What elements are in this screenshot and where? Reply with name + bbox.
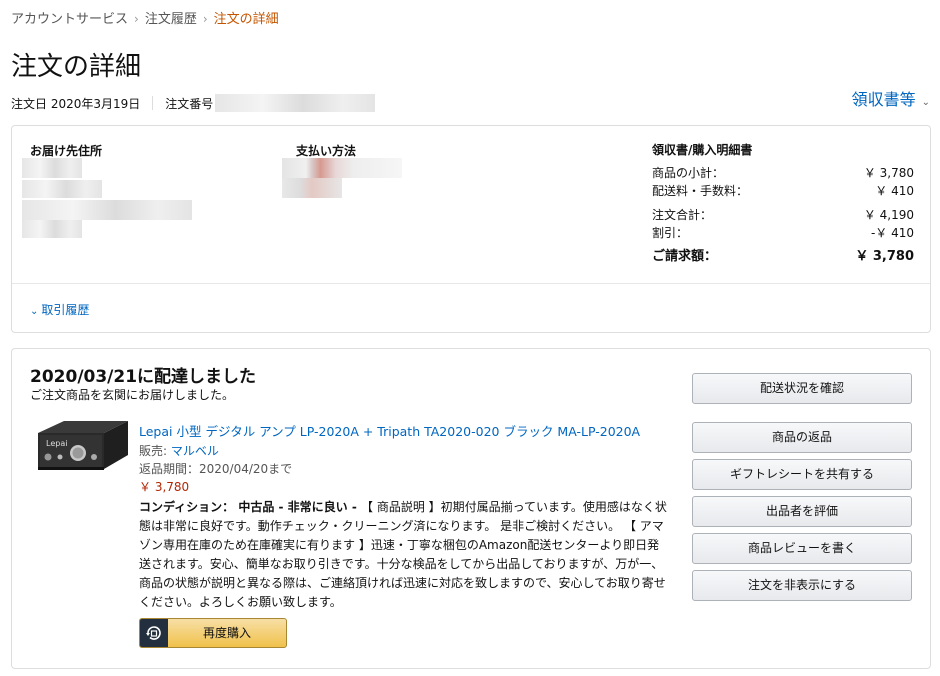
share-gift-receipt-button[interactable]: ギフトレシートを共有する <box>692 459 912 490</box>
shipping-address-redacted <box>22 156 192 238</box>
summary-row-shipping: 配送料・手数料： ￥ 410 <box>652 182 914 200</box>
delivery-status-detail: ご注文商品を玄関にお届けしました。 <box>30 388 235 402</box>
summary-row-value: ￥ 410 <box>875 184 914 198</box>
summary-row-grand-total: ご請求額： ￥ 3,780 <box>652 248 914 266</box>
chevron-down-icon: ⌄ <box>30 306 39 317</box>
summary-row-value: ￥ 3,780 <box>863 166 914 180</box>
summary-title: 領収書/購入明細書 <box>652 143 753 157</box>
product-info: Lepai 小型 デジタル アンプ LP-2020A + Tripath TA2… <box>139 422 669 612</box>
order-date: 注文日 2020年3月19日 <box>11 96 141 111</box>
product-condition: コンディション： 中古品 - 非常に良い - 【 商品説明 】初期付属品揃ってい… <box>139 498 669 612</box>
chevron-down-icon: ⌄ <box>921 97 930 108</box>
order-number-redacted <box>215 94 376 112</box>
write-review-button[interactable]: 商品レビューを書く <box>692 533 912 564</box>
transaction-history-link[interactable]: ⌄ 取引履歴 <box>30 301 89 318</box>
buy-again-icon <box>140 619 168 647</box>
product-title-link[interactable]: Lepai 小型 デジタル アンプ LP-2020A + Tripath TA2… <box>139 422 669 442</box>
breadcrumb-separator: › <box>134 12 139 26</box>
section-divider <box>12 283 930 284</box>
summary-row-label: 商品の小計： <box>652 166 725 180</box>
product-image[interactable]: Lepai <box>34 419 130 477</box>
order-info-box: お届け先住所 支払い方法 領収書/購入明細書 商品の小計： ￥ 3,780 配送… <box>11 125 931 333</box>
condition-label: コンディション： 中古品 - 非常に良い - <box>139 500 362 514</box>
summary-row-value: -￥ 410 <box>870 226 914 240</box>
buy-again-label: 再度購入 <box>202 626 251 640</box>
shipment-actions: 配送状況を確認 商品の返品 ギフトレシートを共有する 出品者を評価 商品レビュー… <box>692 373 912 607</box>
svg-text:Lepai: Lepai <box>46 439 67 448</box>
summary-row-discount: 割引： -￥ 410 <box>652 224 914 242</box>
breadcrumb-order-history[interactable]: 注文履歴 <box>145 12 197 27</box>
breadcrumb-account-service[interactable]: アカウントサービス <box>11 12 128 27</box>
meta-divider <box>152 96 154 110</box>
page-title: 注文の詳細 <box>11 52 142 82</box>
summary-row-label: 割引： <box>652 226 689 240</box>
seller-link[interactable]: マルベル <box>171 444 219 458</box>
hide-order-button[interactable]: 注文を非表示にする <box>692 570 912 601</box>
breadcrumb: アカウントサービス › 注文履歴 › 注文の詳細 <box>11 8 279 27</box>
summary-row-subtotal: 商品の小計： ￥ 3,780 <box>652 164 914 182</box>
summary-row-value: ￥ 4,190 <box>863 208 914 222</box>
transaction-history-label: 取引履歴 <box>41 303 90 317</box>
seller-line: 販売: マルベル <box>139 442 669 460</box>
breadcrumb-current: 注文の詳細 <box>213 12 279 27</box>
breadcrumb-separator: › <box>202 12 208 26</box>
product-price: ￥ 3,780 <box>139 480 190 494</box>
summary-row-label: 注文合計： <box>652 208 713 222</box>
payment-method-redacted <box>282 156 402 198</box>
order-summary: 領収書/購入明細書 商品の小計： ￥ 3,780 配送料・手数料： ￥ 410 … <box>652 142 914 266</box>
shipment-box: 2020/03/21に配達しました ご注文商品を玄関にお届けしました。 Lepa… <box>11 348 931 669</box>
summary-row-order-total: 注文合計： ￥ 4,190 <box>652 206 914 224</box>
seller-label: 販売: <box>139 444 171 458</box>
receipt-menu[interactable]: 領収書等 ⌄ <box>852 86 930 110</box>
order-number-label: 注文番号 <box>165 96 214 111</box>
return-period: 返品期間：2020/04/20まで <box>139 462 293 476</box>
buy-again-button[interactable]: 再度購入 <box>139 618 287 648</box>
grand-total-value: ￥ 3,780 <box>855 249 914 264</box>
return-item-button[interactable]: 商品の返品 <box>692 422 912 453</box>
rate-seller-button[interactable]: 出品者を評価 <box>692 496 912 527</box>
track-package-button[interactable]: 配送状況を確認 <box>692 373 912 404</box>
condition-text: 【 商品説明 】初期付属品揃っています。使用感はなく状態は非常に良好です。動作チ… <box>139 500 667 609</box>
summary-row-label: 配送料・手数料： <box>652 184 749 198</box>
delivery-status: 2020/03/21に配達しました <box>30 367 257 387</box>
receipt-menu-label: 領収書等 <box>851 90 916 109</box>
order-meta: 注文日 2020年3月19日 注文番号 <box>11 94 376 112</box>
grand-total-label: ご請求額： <box>652 249 718 264</box>
